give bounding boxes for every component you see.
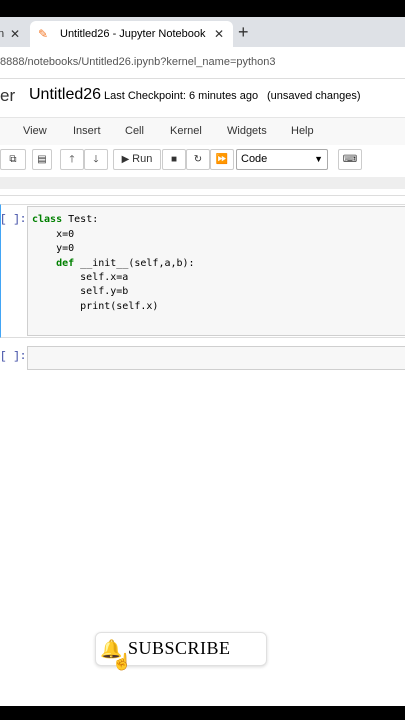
active-tab[interactable]: ✎ Untitled26 - Jupyter Notebook ✕ <box>30 21 233 47</box>
notebook-toolbar: ⧉ ▤ 🡑 🡓 ▶ Run ■ ↻ ⏩ Code ▼ ⌨ <box>0 145 405 175</box>
code-line: x=0 <box>32 229 75 240</box>
chevron-down-icon: ▼ <box>314 154 323 164</box>
cell-prompt: [ ]: <box>0 214 27 226</box>
close-icon[interactable]: ✕ <box>214 21 224 47</box>
prompt-text: ]: <box>13 351 27 363</box>
previous-tab-title: n <box>0 28 5 40</box>
move-down-icon[interactable]: 🡓 <box>84 149 108 170</box>
paste-icon[interactable]: ▤ <box>32 149 52 170</box>
move-up-icon[interactable]: 🡑 <box>60 149 84 170</box>
browser-tab-strip: n ✕ ✎ Untitled26 - Jupyter Notebook ✕ + <box>0 17 405 47</box>
notebook-name[interactable]: Untitled26 <box>29 86 101 104</box>
toolbar-shadow <box>0 177 405 189</box>
url-text[interactable]: 8888/notebooks/Untitled26.ipynb?kernel_n… <box>0 56 276 68</box>
subscribe-label: SUBSCRIBE <box>128 638 231 658</box>
previous-tab[interactable]: n ✕ <box>0 21 30 47</box>
keyboard-icon[interactable]: ⌨ <box>338 149 362 170</box>
empty-code-input[interactable] <box>27 346 405 370</box>
restart-icon[interactable]: ↻ <box>186 149 210 170</box>
menu-bar: View Insert Cell Kernel Widgets Help <box>0 117 405 147</box>
jupyter-logo-text[interactable]: er <box>0 86 15 106</box>
menu-insert[interactable]: Insert <box>73 125 101 137</box>
code-input[interactable] <box>27 206 405 336</box>
active-tab-title: Untitled26 - Jupyter Notebook <box>60 28 206 40</box>
run-button[interactable]: ▶ Run <box>113 149 161 170</box>
jupyter-header: er Untitled26 Last Checkpoint: 6 minutes… <box>0 80 405 114</box>
stop-icon[interactable]: ■ <box>162 149 186 170</box>
prompt-text: ]: <box>13 214 27 226</box>
bottom-black-bar <box>0 706 405 720</box>
code-line: def __init__(self,a,b): <box>56 258 195 269</box>
run-label: Run <box>132 153 153 165</box>
play-icon: ▶ <box>121 154 130 165</box>
code-line: y=0 <box>32 243 75 254</box>
jupyter-favicon-icon: ✎ <box>38 27 49 41</box>
code-line: self.y=b <box>32 286 129 297</box>
cell-type-select[interactable]: Code ▼ <box>236 149 328 170</box>
code-line: self.x=a <box>32 272 129 283</box>
close-icon[interactable]: ✕ <box>10 21 20 47</box>
menu-view[interactable]: View <box>23 125 47 137</box>
fast-forward-icon[interactable]: ⏩ <box>210 149 234 170</box>
menu-kernel[interactable]: Kernel <box>170 125 202 137</box>
top-black-bar <box>0 0 405 17</box>
unsaved-status: (unsaved changes) <box>267 90 361 102</box>
copy-icon[interactable]: ⧉ <box>0 149 26 170</box>
menu-cell[interactable]: Cell <box>125 125 144 137</box>
cell-prompt: [ ]: <box>0 351 27 363</box>
new-tab-plus-icon[interactable]: + <box>238 21 249 43</box>
code-line: class Test: <box>32 214 99 225</box>
menu-widgets[interactable]: Widgets <box>227 125 267 137</box>
code-line: print(self.x) <box>32 301 159 312</box>
cell-type-value: Code <box>241 153 268 165</box>
menu-help[interactable]: Help <box>291 125 314 137</box>
address-bar[interactable]: 8888/notebooks/Untitled26.ipynb?kernel_n… <box>0 47 405 79</box>
checkpoint-status: Last Checkpoint: 6 minutes ago <box>104 90 259 102</box>
